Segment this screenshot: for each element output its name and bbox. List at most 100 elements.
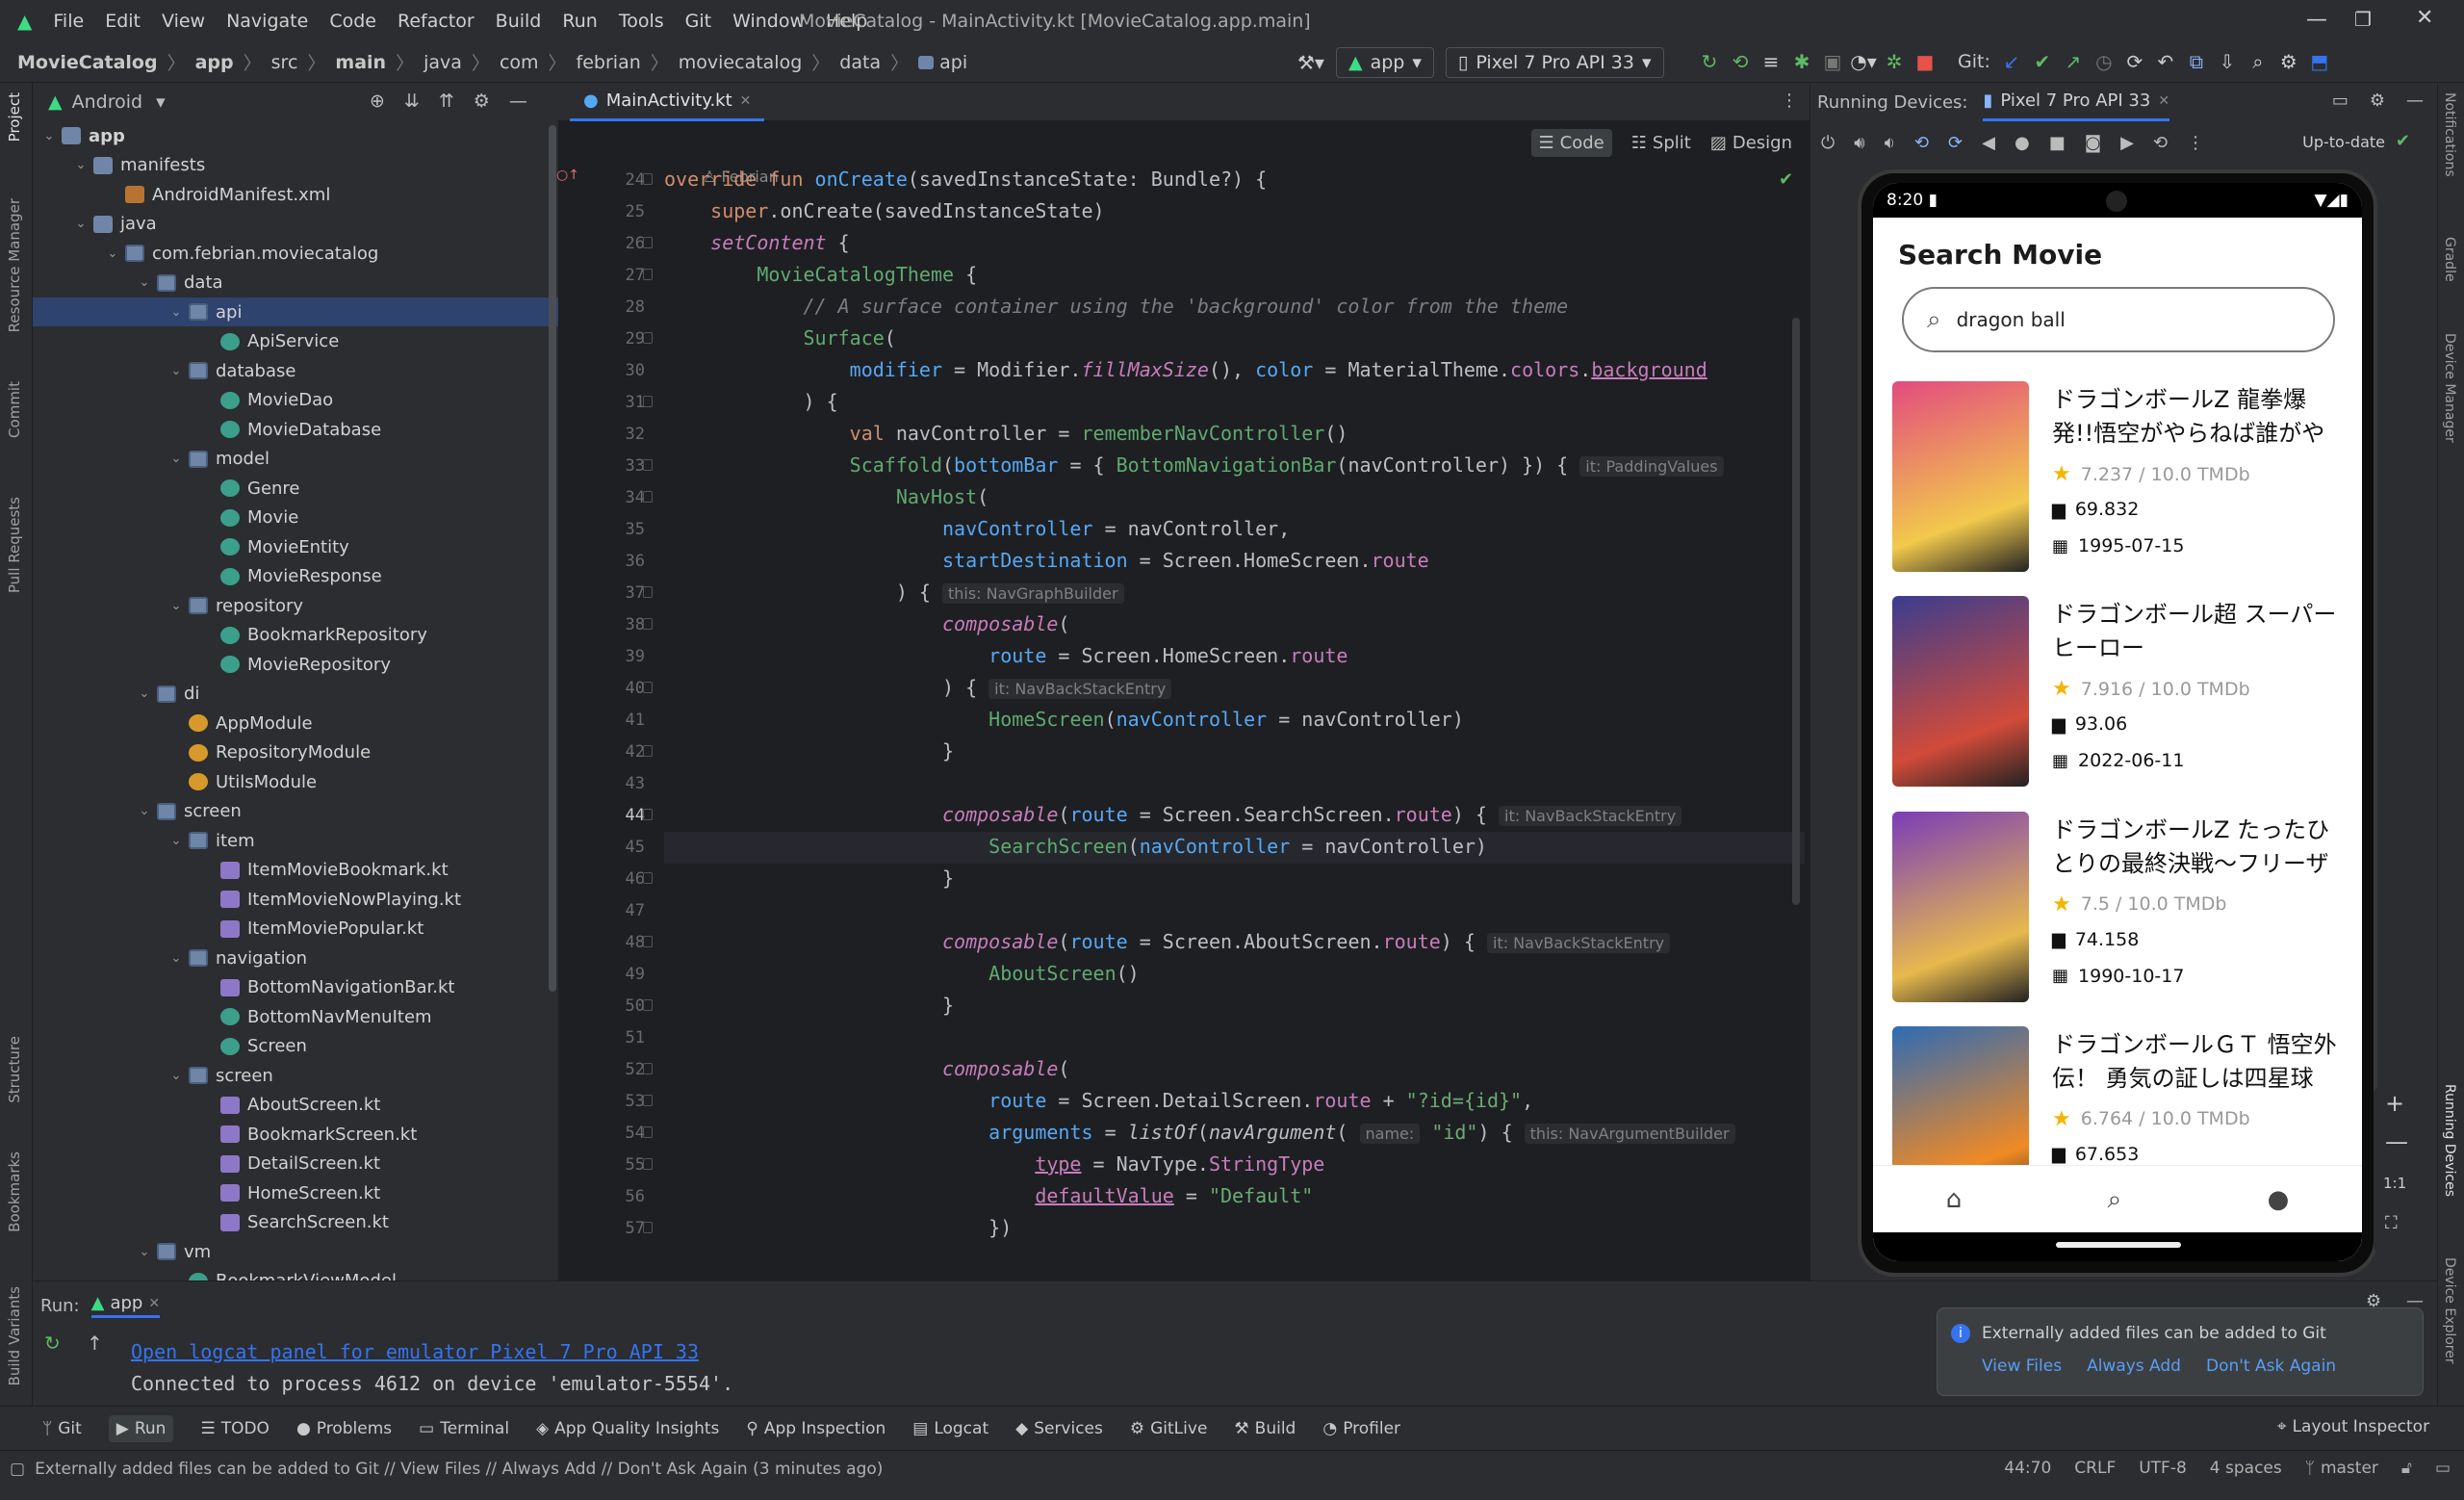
tree-item[interactable]: ⌄ vm — [33, 1237, 212, 1266]
close-tab-icon[interactable]: ✕ — [148, 1296, 160, 1311]
back-icon[interactable]: ◀ — [1982, 133, 1995, 153]
file-encoding[interactable]: UTF-8 — [2139, 1459, 2187, 1478]
chevron-down-icon[interactable]: ⌄ — [104, 246, 121, 261]
menu-window[interactable]: Window — [732, 11, 805, 32]
breadcrumb-item[interactable]: com 〉 — [500, 49, 567, 75]
side-tab-device-manager[interactable]: Device Manager — [2442, 333, 2457, 443]
caret-position[interactable]: 44:70 — [2004, 1459, 2051, 1478]
power-icon[interactable]: ⏻ — [1821, 133, 1835, 153]
tree-item[interactable]: DetailScreen.kt — [33, 1150, 380, 1178]
locate-icon[interactable]: ⊕ — [370, 91, 385, 112]
zoom-in-icon[interactable]: + — [2385, 1090, 2404, 1117]
menu-build[interactable]: Build — [496, 11, 542, 32]
camera-icon[interactable]: ◙ — [2085, 133, 2101, 153]
menu-run[interactable]: Run — [562, 11, 597, 32]
fold-marker-icon[interactable] — [643, 269, 653, 280]
close-icon[interactable]: ✕ — [2416, 6, 2433, 30]
line-separator[interactable]: CRLF — [2074, 1459, 2116, 1478]
fit-icon[interactable]: ⛶ — [2385, 1213, 2398, 1233]
tool-window-run[interactable]: ▶ Run — [108, 1414, 174, 1442]
tree-item[interactable]: ItemMovieNowPlaying.kt — [33, 885, 461, 914]
apply-changes-icon[interactable]: ⟲ — [1729, 50, 1752, 73]
breadcrumb-item[interactable]: java 〉 — [424, 49, 490, 75]
tree-item[interactable]: AndroidManifest.xml — [33, 180, 330, 209]
chevron-down-icon[interactable]: ⌄ — [136, 1245, 153, 1259]
profile-icon[interactable]: ◔▾ — [1850, 50, 1877, 73]
breadcrumb-item[interactable]: febrian 〉 — [577, 49, 669, 75]
run-config-select[interactable]: ▲ app ▾ — [1335, 47, 1434, 78]
side-tab-commit[interactable]: Commit — [6, 381, 23, 438]
home-icon[interactable]: ● — [2015, 133, 2030, 153]
zoom-out-icon[interactable]: — — [2385, 1128, 2408, 1155]
fold-marker-icon[interactable] — [643, 332, 653, 344]
chevron-down-icon[interactable]: ⌄ — [167, 452, 185, 466]
tree-item[interactable]: MovieDatabase — [33, 415, 381, 444]
movie-card[interactable]: ドラゴンボールZ 龍拳爆発!!悟空がやらねば誰がや ★ 7.237 / 10.0 T… — [1892, 381, 2345, 579]
tree-item[interactable]: ⌄ navigation — [33, 944, 307, 972]
tool-window-services[interactable]: ◆ Services — [1015, 1419, 1103, 1438]
movie-card[interactable]: ドラゴンボールZ たったひとりの最終決戦〜フリーザ ★ 7.5 / 10.0 TMD… — [1892, 811, 2345, 1009]
movie-card[interactable]: ドラゴンボール超 スーパーヒーロー ★ 7.916 / 10.0 TMDb ▆ 93.0… — [1892, 596, 2345, 793]
tree-item[interactable]: ⌄ com.febrian.moviecatalog — [33, 239, 379, 268]
tree-item[interactable]: MovieResponse — [33, 562, 382, 591]
breadcrumb-item[interactable]: api — [918, 52, 967, 73]
tree-item[interactable]: ItemMovieBookmark.kt — [33, 856, 449, 885]
status-message[interactable]: Externally added files can be added to G… — [35, 1460, 883, 1479]
chevron-down-icon[interactable]: ⌄ — [72, 158, 90, 172]
device-select[interactable]: ▯ Pixel 7 Pro API 33 ▾ — [1445, 47, 1664, 78]
movie-card[interactable]: ドラゴンボールＧＴ 悟空外伝！ 勇気の証しは四星球 ★ 6.764 / 10.0 T… — [1892, 1025, 2345, 1165]
run-tab-app[interactable]: ▲ app ✕ — [90, 1293, 161, 1318]
more-icon[interactable]: ⋮ — [2187, 133, 2204, 153]
indent-setting[interactable]: 4 spaces — [2210, 1459, 2282, 1478]
chevron-down-icon[interactable]: ⌄ — [167, 834, 185, 848]
fold-marker-icon[interactable] — [643, 459, 653, 471]
tree-item[interactable]: Screen — [33, 1032, 307, 1061]
tree-item[interactable]: BookmarkRepository — [33, 621, 427, 650]
fold-marker-icon[interactable] — [643, 491, 653, 503]
design-mode-button[interactable]: ▨ Design — [1710, 133, 1792, 153]
scroll-up-icon[interactable]: ↑ — [87, 1332, 103, 1355]
tree-item[interactable]: BottomNavigationBar.kt — [33, 973, 454, 1002]
fold-marker-icon[interactable] — [643, 809, 653, 820]
side-tab-notifications[interactable]: Notifications — [2442, 92, 2457, 177]
more-icon[interactable]: ⋮ — [1781, 91, 1798, 111]
device-tab[interactable]: ▮ Pixel 7 Pro API 33 ✕ — [1983, 83, 2170, 121]
project-view-select[interactable]: Android — [72, 91, 142, 113]
tool-window-todo[interactable]: ☰ TODO — [200, 1419, 270, 1438]
fold-marker-icon[interactable] — [643, 1126, 653, 1138]
phone-screen[interactable]: 8:20 ▮ ▼◢▮ Search Movie ⌕ dragon ball ドラ… — [1873, 183, 2362, 1261]
lock-icon[interactable]: 🔓︎ — [2401, 1459, 2412, 1478]
chevron-down-icon[interactable]: ⌄ — [167, 951, 185, 966]
rollback-icon[interactable]: ↶ — [2154, 50, 2177, 73]
tree-item[interactable]: MovieRepository — [33, 650, 391, 679]
git-commit-icon[interactable]: ✔ — [2031, 50, 2054, 73]
menu-view[interactable]: View — [162, 11, 205, 32]
fold-marker-icon[interactable] — [643, 396, 653, 407]
menu-navigate[interactable]: Navigate — [226, 11, 308, 32]
side-tab-running-devices[interactable]: Running Devices — [2442, 1084, 2457, 1197]
search-icon[interactable]: ⌕ — [2108, 1185, 2122, 1215]
tree-item[interactable]: UtilsModule — [33, 767, 317, 796]
tree-item[interactable]: RepositoryModule — [33, 738, 371, 767]
tool-window-gitlive[interactable]: ⚙ GitLive — [1130, 1419, 1208, 1438]
tree-item[interactable]: ItemMoviePopular.kt — [33, 915, 424, 944]
tree-item[interactable]: ⌄ screen — [33, 1061, 273, 1090]
memory-icon[interactable]: ▭ — [2435, 1459, 2451, 1478]
code-mode-button[interactable]: ☰ Code — [1530, 128, 1612, 157]
person-icon[interactable]: ● — [2268, 1185, 2290, 1214]
tree-item[interactable]: ⌄ manifests — [33, 151, 206, 180]
chevron-down-icon[interactable]: ⌄ — [167, 1069, 185, 1083]
menu-git[interactable]: Git — [685, 11, 711, 32]
hide-icon[interactable]: — — [2406, 91, 2424, 111]
rerun-icon[interactable]: ↻ — [1698, 50, 1721, 73]
history-icon[interactable]: ◷ — [2092, 50, 2116, 73]
breadcrumb-item[interactable]: moviecatalog 〉 — [679, 49, 831, 75]
home-icon[interactable]: ⌂ — [1946, 1185, 1963, 1214]
split-mode-button[interactable]: ☷ Split — [1631, 133, 1691, 153]
tree-item[interactable]: ⌄ di — [33, 680, 200, 709]
tool-window-profiler[interactable]: ◔ Profiler — [1322, 1419, 1400, 1438]
fold-marker-icon[interactable] — [643, 1095, 653, 1106]
close-tab-icon[interactable]: ✕ — [740, 93, 752, 109]
git-update-icon[interactable]: ↙ — [2000, 50, 2023, 73]
chevron-down-icon[interactable]: ⌄ — [167, 305, 185, 320]
